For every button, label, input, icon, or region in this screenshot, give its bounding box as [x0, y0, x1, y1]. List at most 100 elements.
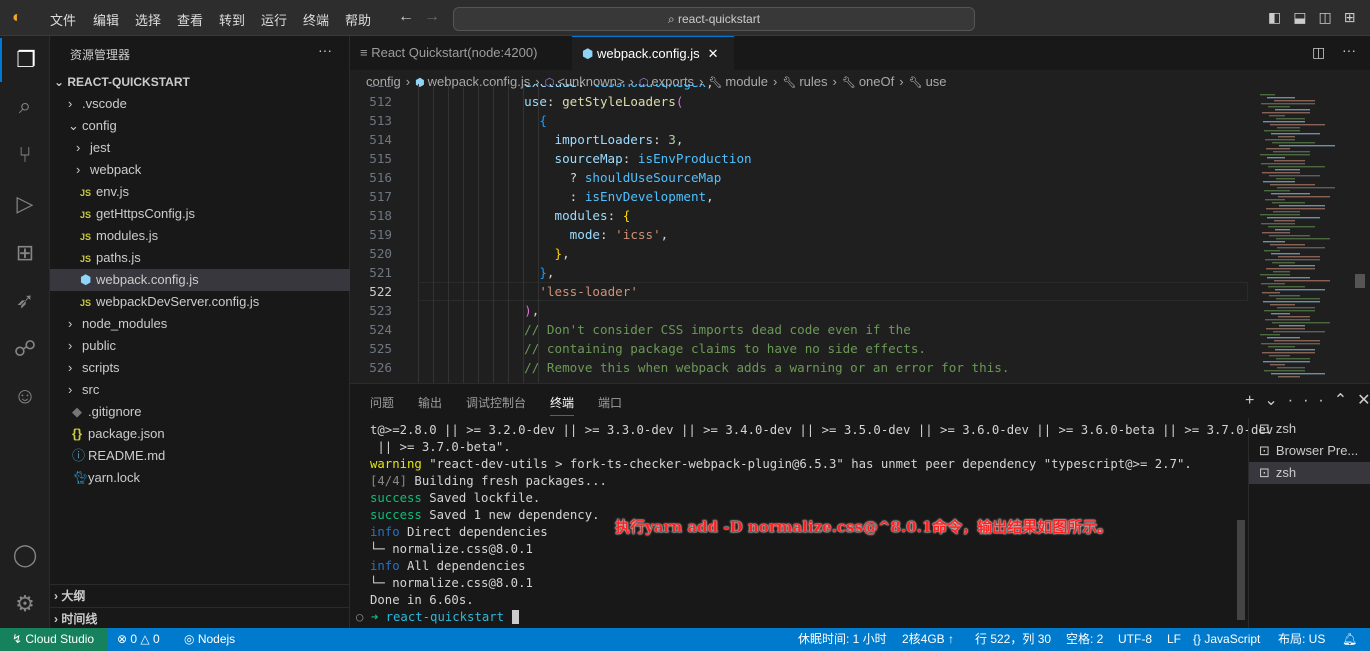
terminal-prompt[interactable]: ○ ➜ react-quickstart — [356, 609, 519, 626]
code-token: exclude — [524, 84, 577, 90]
account-icon[interactable]: ◯ — [0, 533, 50, 577]
forward-icon[interactable]: → — [424, 8, 440, 26]
minimap-line — [1270, 364, 1285, 366]
toggle-secondary-sidebar-icon[interactable]: ◫ — [1318, 9, 1343, 25]
code-token: shouldUseSourceMap — [584, 170, 722, 185]
explorer-icon[interactable]: ❐ — [0, 38, 50, 82]
more-actions-icon[interactable]: ··· — [1288, 392, 1334, 409]
language-mode[interactable]: {} JavaScript — [1193, 628, 1260, 651]
env-indicator[interactable]: ◎ Nodejs — [184, 628, 235, 651]
menu-item-6[interactable]: 终端 — [303, 10, 329, 29]
panel-tab[interactable]: 输出 — [418, 394, 442, 411]
line-number: 520 — [369, 246, 392, 261]
back-icon[interactable]: ← — [398, 8, 414, 26]
menu-item-1[interactable]: 编辑 — [93, 10, 119, 29]
notifications-bell-icon[interactable]: 🔔︎ — [1342, 628, 1357, 651]
cursor-position[interactable]: 行 522，列 30 — [975, 628, 1051, 651]
menu-item-5[interactable]: 运行 — [261, 10, 287, 29]
problems-indicator[interactable]: ⊗ 0 △ 0 — [117, 628, 160, 651]
close-icon[interactable]: ✕ — [708, 46, 719, 61]
more-actions-icon[interactable]: ··· — [1342, 42, 1356, 58]
sleep-time[interactable]: 休眠时间: 1 小时 — [798, 628, 887, 651]
tree-item[interactable]: › src — [50, 379, 350, 401]
webpack-icon: ⬢ — [80, 272, 92, 287]
code-editor[interactable]: 511 exclude: lessModuleRegex, 512 use: ge… — [350, 84, 1250, 383]
new-terminal-icon[interactable]: +⌄ — [1245, 392, 1288, 409]
panel-tab[interactable]: 端口 — [598, 394, 622, 411]
tree-item[interactable]: ⬢ webpack.config.js — [50, 269, 350, 291]
tree-item[interactable]: › public — [50, 335, 350, 357]
minimap-line — [1271, 193, 1310, 195]
search-icon: ⌕ — [667, 12, 679, 26]
minimap-line — [1265, 319, 1310, 321]
settings-gear-icon[interactable]: ⚙ — [0, 582, 50, 626]
menu-item-2[interactable]: 选择 — [135, 10, 161, 29]
tree-item[interactable]: › webpack — [50, 159, 350, 181]
minimap-line — [1267, 97, 1295, 99]
minimap-line — [1270, 124, 1325, 126]
minimap-line — [1275, 109, 1310, 111]
indentation[interactable]: 空格: 2 — [1066, 628, 1103, 651]
close-panel-icon[interactable]: ✕ — [1357, 392, 1370, 409]
tree-item[interactable]: {} package.json — [50, 423, 350, 445]
timeline-section[interactable]: › 时间线 — [50, 607, 350, 629]
tree-item[interactable]: › jest — [50, 137, 350, 159]
tree-item-label: modules.js — [96, 228, 159, 243]
terminal-instance[interactable]: ⊡ Browser Pre... — [1249, 440, 1370, 462]
customize-layout-icon[interactable]: ⊞ — [1344, 9, 1368, 25]
ai-assistant-icon[interactable]: ☺ — [0, 374, 50, 418]
menu-item-4[interactable]: 转到 — [219, 10, 245, 29]
command-center-search[interactable]: ⌕ react-quickstart — [453, 7, 975, 31]
minimap-line — [1266, 208, 1325, 210]
split-editor-icon[interactable]: ◫ — [1312, 44, 1325, 61]
panel-tab[interactable]: 调试控制台 — [466, 394, 526, 411]
menu-item-7[interactable]: 帮助 — [345, 10, 371, 29]
more-actions-icon[interactable]: ··· — [318, 42, 332, 58]
tree-item[interactable]: JS modules.js — [50, 225, 350, 247]
run-debug-icon[interactable]: ▷ — [0, 182, 50, 226]
minimap-line — [1272, 202, 1305, 204]
terminal-token: Saved lockfile. — [421, 491, 541, 505]
tab-webpack-config[interactable]: ⬢ webpack.config.js ✕ — [572, 36, 734, 70]
tree-item[interactable]: › scripts — [50, 357, 350, 379]
tree-item[interactable]: › .vscode — [50, 93, 350, 115]
keyboard-layout[interactable]: 布局: US — [1278, 628, 1325, 651]
extensions-icon[interactable]: ⊞ — [0, 231, 50, 275]
tab-react-quickstart[interactable]: ≡ React Quickstart(node:4200) — [350, 36, 572, 70]
tree-item[interactable]: JS env.js — [50, 181, 350, 203]
tree-item[interactable]: JS paths.js — [50, 247, 350, 269]
code-token: : — [577, 84, 592, 90]
tree-item[interactable]: 🐈︎yarn.lock — [50, 467, 350, 489]
menu-item-0[interactable]: 文件 — [50, 10, 76, 29]
tree-item[interactable]: JS getHttpsConfig.js — [50, 203, 350, 225]
indent-guide — [538, 84, 539, 383]
outline-section[interactable]: › 大纲 — [50, 584, 350, 606]
toggle-panel-icon[interactable]: ⬓ — [1293, 9, 1318, 25]
workspace-root[interactable]: ⌄ REACT-QUICKSTART — [50, 71, 350, 93]
machine-spec[interactable]: 2核4GB ↑ — [902, 628, 954, 651]
terminal-instance[interactable]: ⊡ zsh — [1249, 418, 1370, 440]
source-control-icon[interactable]: ⑂ — [0, 133, 50, 177]
tree-item[interactable]: › node_modules — [50, 313, 350, 335]
code-line: // Don't consider CSS imports dead code … — [418, 320, 911, 339]
scrollbar-thumb[interactable] — [1355, 274, 1365, 288]
search-icon[interactable]: ⌕ — [0, 84, 50, 128]
panel-tab[interactable]: 问题 — [370, 394, 394, 411]
terminal-scrollbar[interactable] — [1237, 520, 1245, 620]
tree-item[interactable]: JS webpackDevServer.config.js — [50, 291, 350, 313]
menu-item-3[interactable]: 查看 — [177, 10, 203, 29]
encoding[interactable]: UTF-8 — [1118, 628, 1152, 651]
tree-item[interactable]: ⓘ README.md — [50, 445, 350, 467]
rocket-icon[interactable]: ➶ — [0, 279, 50, 323]
tree-item[interactable]: ⌄ config — [50, 115, 350, 137]
panel-tab[interactable]: 终端 — [550, 394, 575, 416]
minimap-line — [1262, 352, 1315, 354]
terminal-instance[interactable]: ⊡ zsh — [1249, 462, 1370, 484]
remote-indicator[interactable]: ↯ Cloud Studio — [0, 628, 108, 651]
share-icon[interactable]: ☍ — [0, 327, 50, 371]
maximize-panel-icon[interactable]: ⌃ — [1334, 392, 1357, 409]
toggle-sidebar-icon[interactable]: ◧ — [1268, 9, 1293, 25]
tree-item[interactable]: ◆ .gitignore — [50, 401, 350, 423]
line-ending[interactable]: LF — [1167, 628, 1181, 651]
minimap[interactable] — [1250, 94, 1370, 383]
